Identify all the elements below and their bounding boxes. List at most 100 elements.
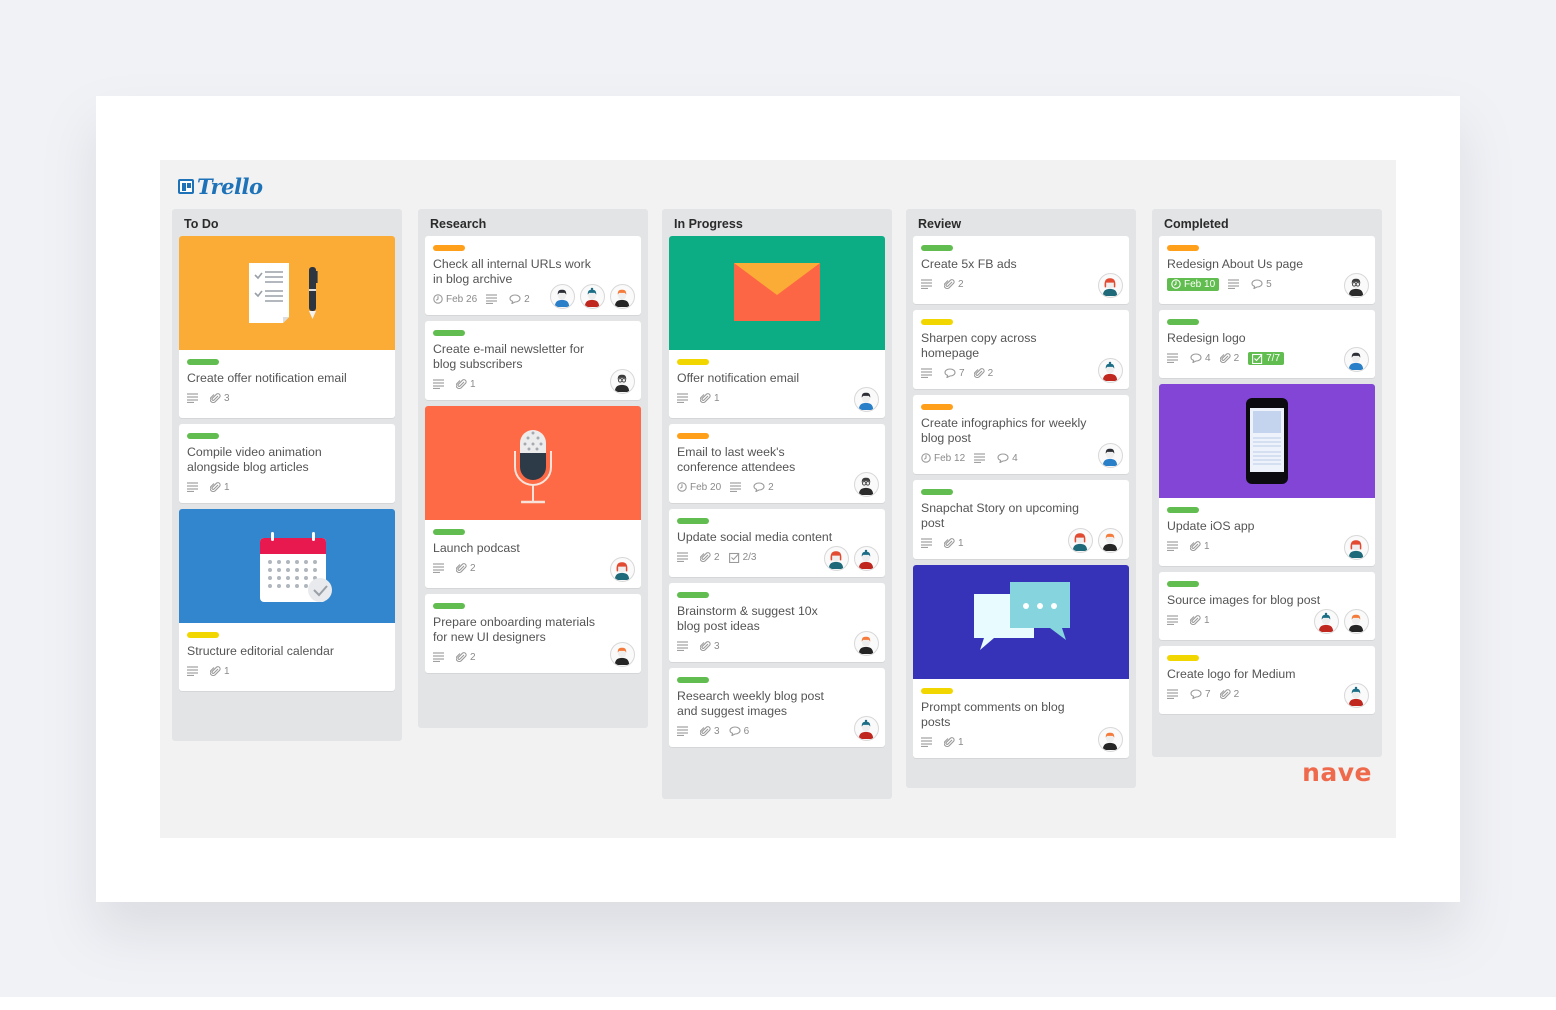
- badge-attachment: 3: [700, 641, 720, 652]
- trello-wordmark: Trello: [197, 174, 263, 199]
- card[interactable]: Create 5x FB ads 2: [913, 236, 1129, 304]
- badge-value: 2: [470, 651, 476, 663]
- member-avatar-redhead[interactable]: [1068, 528, 1093, 553]
- member-avatar-dark-hair[interactable]: [1344, 347, 1369, 372]
- card[interactable]: Update social media content 2 2/3: [669, 509, 885, 577]
- label-orange[interactable]: [1167, 245, 1199, 251]
- card[interactable]: Create offer notification email 3: [179, 236, 395, 418]
- attachment-icon: [700, 551, 714, 563]
- member-avatar-teal-hat[interactable]: [1344, 683, 1369, 708]
- card-badges: Feb 10 5: [1167, 276, 1367, 292]
- card-badges: 2: [433, 560, 633, 576]
- label-green[interactable]: [921, 489, 953, 495]
- member-avatar-ginger[interactable]: [1098, 727, 1123, 752]
- badge-description: [921, 368, 935, 378]
- member-avatar-glasses[interactable]: [1344, 273, 1369, 298]
- attachment-icon: [944, 278, 958, 290]
- badge-value: 2: [987, 367, 994, 379]
- label-orange[interactable]: [921, 404, 953, 410]
- list-title[interactable]: Completed: [1159, 209, 1375, 236]
- label-green[interactable]: [187, 359, 219, 365]
- attachment-icon: [456, 378, 470, 390]
- label-green[interactable]: [1167, 507, 1199, 513]
- card[interactable]: Prepare onboarding materials for new UI …: [425, 594, 641, 673]
- member-avatar-dark-hair[interactable]: [1098, 443, 1123, 468]
- label-orange[interactable]: [433, 245, 465, 251]
- label-green[interactable]: [433, 603, 465, 609]
- label-yellow[interactable]: [921, 319, 953, 325]
- card[interactable]: Prompt comments on blog posts 1: [913, 565, 1129, 758]
- label-green[interactable]: [677, 592, 709, 598]
- label-green[interactable]: [433, 529, 465, 535]
- label-yellow[interactable]: [921, 688, 953, 694]
- card[interactable]: Compile video animation alongside blog a…: [179, 424, 395, 503]
- member-avatar-dark-hair[interactable]: [854, 387, 879, 412]
- label-orange[interactable]: [677, 433, 709, 439]
- card[interactable]: Structure editorial calendar 1: [179, 509, 395, 691]
- list-to-do: To Do Create offer notification email 3 Com…: [172, 209, 402, 741]
- label-yellow[interactable]: [187, 632, 219, 638]
- member-avatar-teal-hat[interactable]: [1098, 358, 1123, 383]
- card[interactable]: Brainstorm & suggest 10x blog post ideas…: [669, 583, 885, 662]
- member-avatar-redhead[interactable]: [610, 557, 635, 582]
- badge-value: Feb 12: [934, 452, 966, 464]
- member-avatar-teal-hat[interactable]: [580, 284, 605, 309]
- member-avatar-redhead[interactable]: [1344, 535, 1369, 560]
- badge-value: 3: [714, 640, 720, 652]
- label-green[interactable]: [1167, 319, 1199, 325]
- card[interactable]: Research weekly blog post and suggest im…: [669, 668, 885, 747]
- list-title[interactable]: To Do: [179, 209, 395, 236]
- member-avatar-teal-hat[interactable]: [854, 716, 879, 741]
- card[interactable]: Update iOS app 1: [1159, 384, 1375, 566]
- card-title: Email to last week's conference attendee…: [677, 445, 796, 474]
- label-yellow[interactable]: [1167, 655, 1199, 661]
- trello-logo[interactable]: Trello: [178, 174, 263, 199]
- member-avatar-ginger[interactable]: [854, 631, 879, 656]
- member-avatar-ginger[interactable]: [1344, 609, 1369, 634]
- member-avatar-redhead[interactable]: [1098, 273, 1123, 298]
- member-avatar-ginger[interactable]: [1098, 528, 1123, 553]
- list-title[interactable]: Review: [913, 209, 1129, 236]
- member-avatar-ginger[interactable]: [610, 284, 635, 309]
- card[interactable]: Redesign logo 4 2 7/7: [1159, 310, 1375, 378]
- member-avatar-glasses[interactable]: [854, 472, 879, 497]
- member-avatar-glasses[interactable]: [610, 369, 635, 394]
- member-avatar-teal-hat[interactable]: [1314, 609, 1339, 634]
- card[interactable]: Create infographics for weekly blog post…: [913, 395, 1129, 474]
- member-avatar-dark-hair[interactable]: [550, 284, 575, 309]
- clock-icon: [433, 294, 446, 304]
- attachment-icon: [210, 481, 224, 493]
- card[interactable]: Create e-mail newsletter for blog subscr…: [425, 321, 641, 400]
- label-green[interactable]: [433, 330, 465, 336]
- member-avatar-teal-hat[interactable]: [854, 546, 879, 571]
- label-yellow[interactable]: [677, 359, 709, 365]
- card-members: [849, 716, 879, 741]
- badge-attachment: 1: [1190, 541, 1210, 552]
- card-members: [545, 284, 635, 309]
- card-body: Source images for blog post 1: [1159, 572, 1375, 640]
- card-body: Snapchat Story on upcoming post 1: [913, 480, 1129, 559]
- label-green[interactable]: [1167, 581, 1199, 587]
- card[interactable]: Launch podcast 2: [425, 406, 641, 588]
- list-title[interactable]: Research: [425, 209, 641, 236]
- label-green[interactable]: [677, 677, 709, 683]
- badge-description: [187, 482, 201, 492]
- label-green[interactable]: [187, 433, 219, 439]
- card[interactable]: Offer notification email 1: [669, 236, 885, 418]
- card[interactable]: Check all internal URLs work in blog arc…: [425, 236, 641, 315]
- card-body: Research weekly blog post and suggest im…: [669, 668, 885, 747]
- member-avatar-redhead[interactable]: [824, 546, 849, 571]
- card-cover: [913, 565, 1129, 679]
- card[interactable]: Create logo for Medium 7 2: [1159, 646, 1375, 714]
- member-avatar-ginger[interactable]: [610, 642, 635, 667]
- label-green[interactable]: [677, 518, 709, 524]
- label-green[interactable]: [921, 245, 953, 251]
- list-title[interactable]: In Progress: [669, 209, 885, 236]
- card[interactable]: Source images for blog post 1: [1159, 572, 1375, 640]
- card[interactable]: Redesign About Us page Feb 10 5: [1159, 236, 1375, 304]
- badge-description: [187, 393, 201, 403]
- badge-description: [921, 737, 935, 747]
- card[interactable]: Sharpen copy across homepage 7 2: [913, 310, 1129, 389]
- card[interactable]: Snapchat Story on upcoming post 1: [913, 480, 1129, 559]
- card[interactable]: Email to last week's conference attendee…: [669, 424, 885, 503]
